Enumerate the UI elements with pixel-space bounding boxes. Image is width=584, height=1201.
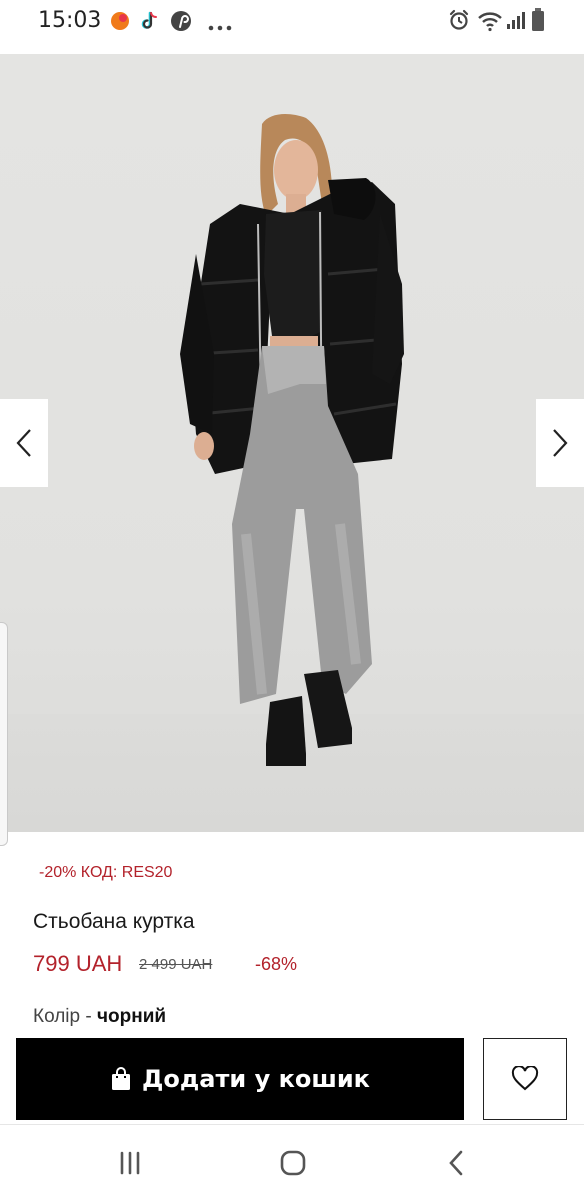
promo-code: -20% КОД: RES20 [39, 864, 173, 881]
gallery-prev-button[interactable] [0, 399, 48, 487]
color-info: Колір - чорний [33, 1006, 166, 1028]
notification-app-icon [110, 11, 130, 36]
status-time: 15:03 [38, 8, 102, 33]
more-dots-icon [208, 18, 232, 36]
recent-apps-button[interactable] [110, 1147, 150, 1179]
color-value: чорний [96, 1006, 167, 1027]
shopping-bag-icon [112, 1067, 131, 1090]
original-price: 2 499 UAH [139, 956, 213, 973]
chevron-right-icon [553, 429, 568, 457]
chevron-left-icon [16, 429, 31, 457]
gallery-next-button[interactable] [536, 399, 584, 487]
signal-icon [506, 10, 526, 35]
back-icon [449, 1150, 463, 1176]
tiktok-icon [138, 10, 160, 37]
edge-panel-handle[interactable] [0, 622, 8, 846]
wishlist-button[interactable] [483, 1038, 567, 1120]
sale-price: 799 UAH [33, 951, 123, 976]
add-to-cart-label: Додати у кошик [142, 1065, 370, 1093]
home-icon [280, 1150, 306, 1176]
system-navigation-bar [0, 1124, 584, 1201]
product-image[interactable] [0, 54, 584, 832]
recent-apps-icon [120, 1151, 140, 1175]
color-label: Колір - [33, 1006, 97, 1027]
wifi-icon [477, 10, 503, 37]
discount-badge: -68% [255, 954, 298, 974]
battery-icon [531, 8, 545, 37]
home-button[interactable] [273, 1147, 313, 1179]
model-illustration [180, 114, 404, 766]
pinterest-icon [170, 10, 192, 37]
product-title: Стьобана куртка [33, 910, 195, 933]
heart-icon [511, 1066, 539, 1091]
alarm-icon [448, 9, 470, 36]
add-to-cart-button[interactable]: Додати у кошик [16, 1038, 464, 1120]
back-button[interactable] [436, 1147, 476, 1179]
status-bar: 15:03 [0, 0, 584, 44]
